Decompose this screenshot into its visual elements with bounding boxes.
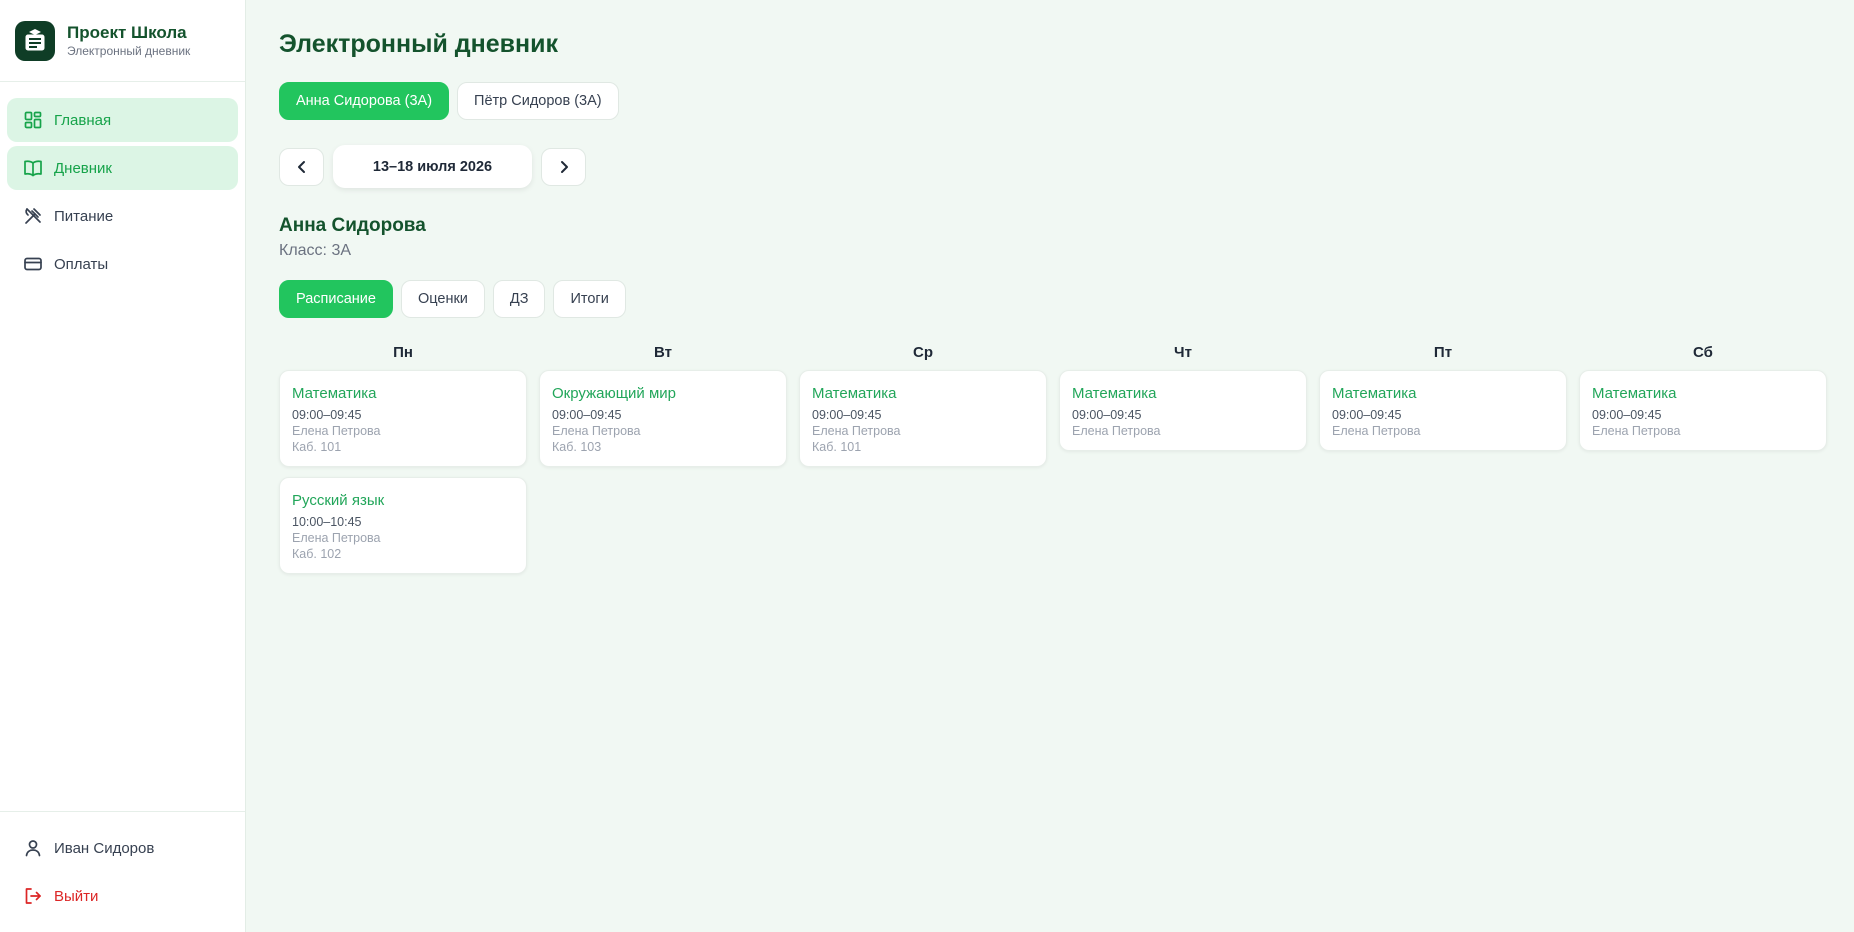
logout-icon <box>23 886 43 906</box>
child-selector: Анна Сидорова (3А) Пётр Сидоров (3А) <box>279 82 619 120</box>
student-name: Анна Сидорова <box>279 215 426 236</box>
lesson-teacher: Елена Петрова <box>812 424 901 438</box>
lesson-card[interactable]: Математика 09:00–09:45 Елена Петрова Каб… <box>799 370 1047 467</box>
section-tabs: Расписание Оценки ДЗ Итоги <box>279 280 626 318</box>
lesson-time: 09:00–09:45 <box>1592 408 1662 422</box>
user-icon <box>23 838 43 858</box>
dashboard-icon <box>23 110 43 130</box>
logout-label: Выйти <box>54 887 99 905</box>
student-class: Класс: 3А <box>279 242 352 259</box>
day-column: Чт Математика 09:00–09:45 Елена Петрова <box>1059 340 1307 584</box>
lesson-card[interactable]: Окружающий мир 09:00–09:45 Елена Петрова… <box>539 370 787 467</box>
credit-card-icon <box>23 254 43 274</box>
lesson-teacher: Елена Петрова <box>1072 424 1161 438</box>
prev-week-button[interactable] <box>279 147 324 186</box>
lesson-subject: Математика <box>292 385 377 402</box>
tab-homework[interactable]: ДЗ <box>492 280 546 318</box>
tab-grades[interactable]: Оценки <box>400 280 485 318</box>
brand-subtitle: Электронный дневник <box>67 43 191 58</box>
chevron-right-icon <box>560 160 568 173</box>
lesson-teacher: Елена Петрова <box>1332 424 1421 438</box>
week-navigator: 13–18 июля 2026 <box>279 145 586 188</box>
lesson-room: Каб. 103 <box>552 440 602 454</box>
lesson-teacher: Елена Петрова <box>1592 424 1681 438</box>
lesson-time: 10:00–10:45 <box>292 515 362 529</box>
day-column: Пн Математика 09:00–09:45 Елена Петрова … <box>279 340 527 584</box>
lesson-teacher: Елена Петрова <box>292 531 381 545</box>
lesson-subject: Математика <box>812 385 897 402</box>
lesson-subject: Русский язык <box>292 492 385 509</box>
book-icon <box>23 158 43 178</box>
tab-schedule[interactable]: Расписание <box>279 280 393 318</box>
school-logo-icon <box>15 20 55 61</box>
lesson-subject: Окружающий мир <box>552 385 676 402</box>
day-column: Сб Математика 09:00–09:45 Елена Петрова <box>1579 340 1827 584</box>
lesson-card[interactable]: Русский язык 10:00–10:45 Елена Петрова К… <box>279 477 527 574</box>
lesson-room: Каб. 102 <box>292 547 342 561</box>
sidebar-item-label: Главная <box>54 111 112 129</box>
lesson-card[interactable]: Математика 09:00–09:45 Елена Петрова Каб… <box>279 370 527 467</box>
lesson-card[interactable]: Математика 09:00–09:45 Елена Петрова <box>1059 370 1307 451</box>
sidebar-item-food[interactable]: Питание <box>7 194 238 238</box>
next-week-button[interactable] <box>541 147 586 186</box>
sidebar-nav: Главная Дневник Питание Оплаты <box>0 82 245 286</box>
weekly-schedule: Пн Математика 09:00–09:45 Елена Петрова … <box>279 340 1827 584</box>
sidebar-item-label: Питание <box>54 207 114 225</box>
day-column: Пт Математика 09:00–09:45 Елена Петрова <box>1319 340 1567 584</box>
lesson-room: Каб. 101 <box>812 440 862 454</box>
day-header: Ср <box>913 344 933 361</box>
day-column: Ср Математика 09:00–09:45 Елена Петрова … <box>799 340 1047 584</box>
day-column: Вт Окружающий мир 09:00–09:45 Елена Петр… <box>539 340 787 584</box>
lesson-room: Каб. 101 <box>292 440 342 454</box>
lesson-time: 09:00–09:45 <box>812 408 882 422</box>
sidebar-item-label: Оплаты <box>54 255 109 273</box>
day-header: Пт <box>1433 344 1453 361</box>
sidebar-footer: Иван Сидоров Выйти <box>0 811 245 932</box>
sidebar-item-home[interactable]: Главная <box>7 98 238 142</box>
sidebar-item-payments[interactable]: Оплаты <box>7 242 238 286</box>
page-title: Электронный дневник <box>279 30 559 58</box>
lesson-time: 09:00–09:45 <box>292 408 362 422</box>
lesson-time: 09:00–09:45 <box>1072 408 1142 422</box>
day-header: Чт <box>1174 344 1192 361</box>
day-header: Сб <box>1693 344 1713 361</box>
week-range: 13–18 июля 2026 <box>333 145 532 188</box>
sidebar-item-label: Дневник <box>54 159 112 177</box>
lesson-subject: Математика <box>1332 385 1417 402</box>
lesson-subject: Математика <box>1072 385 1157 402</box>
lesson-teacher: Елена Петрова <box>292 424 381 438</box>
utensils-icon <box>23 206 43 226</box>
lesson-time: 09:00–09:45 <box>552 408 622 422</box>
brand: Проект Школа Электронный дневник <box>0 0 245 82</box>
child-tab-petr[interactable]: Пётр Сидоров (3А) <box>457 82 619 120</box>
lesson-card[interactable]: Математика 09:00–09:45 Елена Петрова <box>1319 370 1567 451</box>
user-name: Иван Сидоров <box>54 839 155 857</box>
brand-title: Проект Школа <box>67 22 187 42</box>
day-header: Вт <box>654 344 672 361</box>
tab-results[interactable]: Итоги <box>553 280 626 318</box>
lesson-teacher: Елена Петрова <box>552 424 641 438</box>
lesson-subject: Математика <box>1592 385 1677 402</box>
child-tab-anna[interactable]: Анна Сидорова (3А) <box>279 82 450 120</box>
day-header: Пн <box>393 344 413 361</box>
sidebar: Проект Школа Электронный дневник Главная… <box>0 0 246 932</box>
lesson-card[interactable]: Математика 09:00–09:45 Елена Петрова <box>1579 370 1827 451</box>
user-profile[interactable]: Иван Сидоров <box>7 826 238 870</box>
chevron-left-icon <box>297 160 305 173</box>
logout-button[interactable]: Выйти <box>7 874 238 918</box>
sidebar-item-diary[interactable]: Дневник <box>7 146 238 190</box>
lesson-time: 09:00–09:45 <box>1332 408 1402 422</box>
